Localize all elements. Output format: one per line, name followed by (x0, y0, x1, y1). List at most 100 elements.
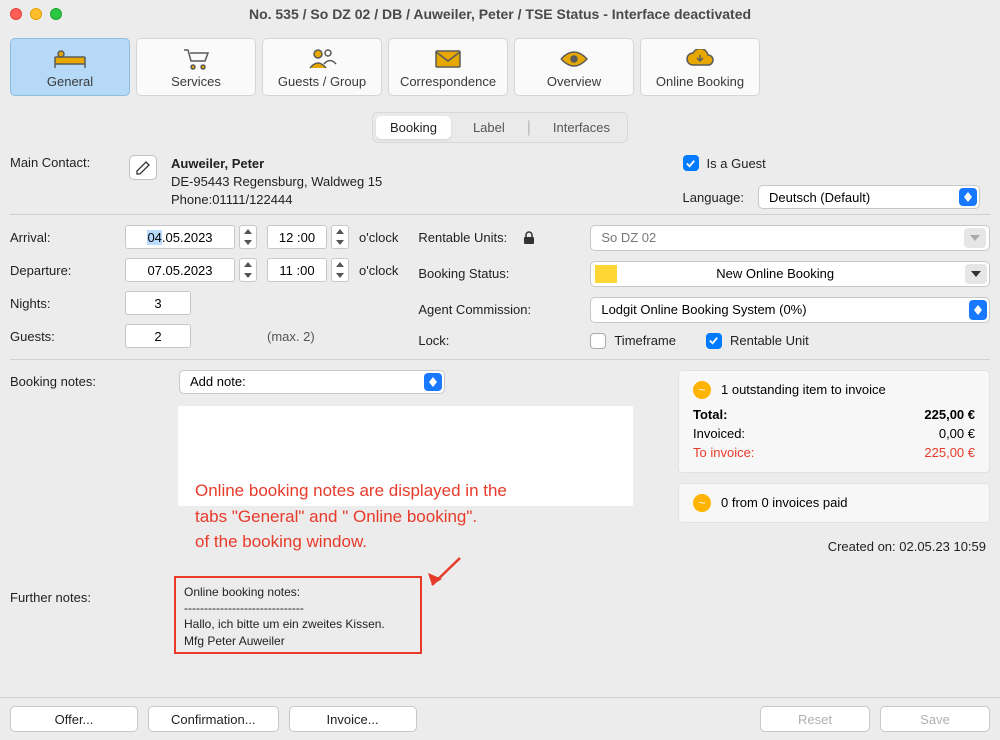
lock-icon (523, 231, 535, 245)
further-notes-heading: Online booking notes: (184, 584, 412, 600)
invoiced-label: Invoiced: (693, 426, 745, 441)
lock-rentable-label: Rentable Unit (730, 333, 809, 348)
rentable-units-select[interactable]: So DZ 02 (590, 225, 990, 251)
chevron-down-icon (964, 228, 986, 248)
contact-phone: Phone:01111/122444 (171, 191, 382, 209)
warning-badge-icon: ~ (693, 381, 711, 399)
agent-commission-label: Agent Commission: (418, 302, 578, 317)
further-notes-line2: Mfg Peter Auweiler (184, 633, 412, 649)
booking-status-select[interactable]: New Online Booking (590, 261, 990, 287)
arrival-date-stepper[interactable] (239, 225, 257, 249)
save-button[interactable]: Save (880, 706, 990, 732)
chevron-updown-icon (969, 300, 987, 320)
chevron-updown-icon (959, 188, 977, 206)
subtab-booking[interactable]: Booking (376, 116, 451, 139)
invoice-button[interactable]: Invoice... (289, 706, 417, 732)
total-label: Total: (693, 407, 727, 422)
oclock-label: o'clock (359, 230, 398, 245)
window-title: No. 535 / So DZ 02 / DB / Auweiler, Pete… (0, 6, 1000, 22)
further-notes-box: Online booking notes: ------------------… (174, 576, 422, 654)
guests-max: (max. 2) (267, 329, 349, 344)
tab-general[interactable]: General (10, 38, 130, 96)
warning-badge-icon: ~ (693, 494, 711, 512)
subtab-label[interactable]: Label (459, 116, 519, 139)
invoice-summary-card: ~ 1 outstanding item to invoice Total: 2… (678, 370, 990, 473)
booking-notes-textarea[interactable] (178, 406, 633, 506)
invoiced-value: 0,00 € (939, 426, 975, 441)
agent-commission-value: Lodgit Online Booking System (0%) (601, 302, 806, 317)
departure-time-stepper[interactable] (331, 258, 349, 282)
invoices-paid-card: ~ 0 from 0 invoices paid (678, 483, 990, 523)
reset-button[interactable]: Reset (760, 706, 870, 732)
tab-guests-group[interactable]: Guests / Group (262, 38, 382, 96)
lock-label: Lock: (418, 333, 578, 348)
chevron-up-icon (332, 259, 348, 270)
agent-commission-select[interactable]: Lodgit Online Booking System (0%) (590, 297, 990, 323)
cloud-download-icon (685, 46, 715, 72)
check-icon (685, 158, 696, 169)
total-value: 225,00 € (924, 407, 975, 422)
language-label: Language: (683, 190, 744, 205)
departure-label: Departure: (10, 263, 115, 278)
tab-services[interactable]: Services (136, 38, 256, 96)
contact-address: DE-95443 Regensburg, Waldweg 15 (171, 173, 382, 191)
lock-rentable-checkbox[interactable] (706, 333, 722, 349)
tab-correspondence[interactable]: Correspondence (388, 38, 508, 96)
chevron-up-icon (332, 226, 348, 237)
footer: Offer... Confirmation... Invoice... Rese… (0, 697, 1000, 740)
chevron-down-icon (240, 270, 256, 281)
add-note-select[interactable]: Add note: (179, 370, 445, 394)
main-contact-label: Main Contact: (10, 155, 115, 170)
language-select[interactable]: Deutsch (Default) (758, 185, 980, 209)
arrival-time-input[interactable]: 12 :00 (267, 225, 327, 249)
chevron-down-icon (332, 270, 348, 281)
tab-overview[interactable]: Overview (514, 38, 634, 96)
to-invoice-label: To invoice: (693, 445, 754, 460)
contact-info: Auweiler, Peter DE-95443 Regensburg, Wal… (171, 155, 382, 210)
guests-input[interactable]: 2 (125, 324, 191, 348)
chevron-up-icon (240, 259, 256, 270)
offer-button[interactable]: Offer... (10, 706, 138, 732)
confirmation-button[interactable]: Confirmation... (148, 706, 279, 732)
arrival-label: Arrival: (10, 230, 115, 245)
subtab-interfaces[interactable]: Interfaces (539, 116, 624, 139)
is-guest-label: Is a Guest (707, 156, 766, 171)
arrival-time-stepper[interactable] (331, 225, 349, 249)
booking-notes-label: Booking notes: (10, 374, 165, 389)
further-notes-label: Further notes: (10, 590, 91, 605)
arrival-date-input[interactable]: 04.05.2023 (125, 225, 235, 249)
further-notes-sep: ------------------------------ (184, 600, 412, 616)
people-icon (307, 46, 337, 72)
nights-input[interactable]: 3 (125, 291, 191, 315)
subtab-group: Booking Label | Interfaces (372, 112, 628, 143)
departure-date-stepper[interactable] (239, 258, 257, 282)
edit-contact-button[interactable] (129, 155, 157, 180)
bed-icon (53, 46, 87, 72)
envelope-icon (434, 46, 462, 72)
further-notes-line1: Hallo, ich bitte um ein zweites Kissen. (184, 616, 412, 632)
departure-date-input[interactable]: 07.05.2023 (125, 258, 235, 282)
is-guest-checkbox[interactable] (683, 155, 699, 171)
pencil-icon (136, 161, 150, 175)
lock-timeframe-label: Timeframe (614, 333, 676, 348)
lock-timeframe-checkbox[interactable] (590, 333, 606, 349)
rentable-units-label: Rentable Units: (418, 230, 507, 245)
booking-status-label: Booking Status: (418, 266, 578, 281)
chevron-down-icon (332, 237, 348, 248)
add-note-value: Add note: (190, 374, 246, 389)
rentable-units-value: So DZ 02 (601, 230, 656, 245)
check-icon (708, 335, 719, 346)
chevron-down-icon (240, 237, 256, 248)
tab-label: Correspondence (400, 74, 496, 89)
tab-online-booking[interactable]: Online Booking (640, 38, 760, 96)
chevron-up-icon (240, 226, 256, 237)
tab-label: Guests / Group (278, 74, 366, 89)
contact-name: Auweiler, Peter (171, 155, 382, 173)
departure-time-input[interactable]: 11 :00 (267, 258, 327, 282)
oclock-label: o'clock (359, 263, 398, 278)
tab-label: General (47, 74, 93, 89)
nights-label: Nights: (10, 296, 115, 311)
created-on-text: Created on: 02.05.23 10:59 (678, 533, 990, 554)
booking-status-value: New Online Booking (716, 266, 834, 281)
tab-label: Online Booking (656, 74, 744, 89)
